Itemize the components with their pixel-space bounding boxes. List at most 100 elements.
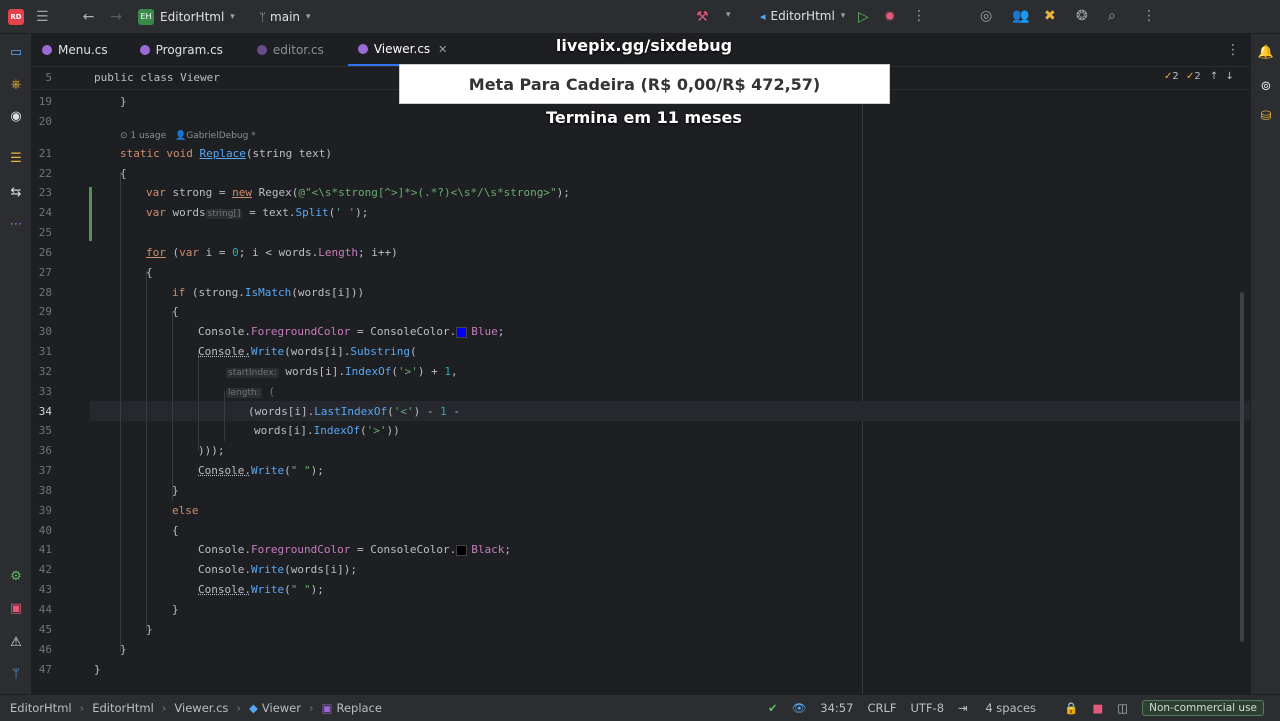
- project-tool-icon[interactable]: ▭: [8, 44, 24, 60]
- run-config-selector[interactable]: ◂ EditorHtml ▾: [760, 9, 845, 23]
- code-line-41[interactable]: Console.ForegroundColor = ConsoleColor. B…: [198, 543, 511, 556]
- license-badge[interactable]: Non-commercial use: [1142, 700, 1264, 716]
- editor-vertical-scrollbar[interactable]: [1240, 292, 1244, 642]
- color-swatch-black[interactable]: [456, 544, 468, 556]
- code-token: ' ': [335, 206, 356, 219]
- code-line-45[interactable]: }: [146, 623, 153, 636]
- color-swatch-blue[interactable]: [456, 326, 468, 338]
- rider-logo-icon[interactable]: RD: [8, 8, 24, 25]
- notifications-icon[interactable]: 🔔: [1258, 44, 1274, 60]
- database-icon[interactable]: ⛁: [1258, 108, 1274, 124]
- code-line-30[interactable]: Console.ForegroundColor = ConsoleColor. B…: [198, 325, 504, 338]
- code-line-40[interactable]: {: [172, 524, 179, 537]
- code-line-33[interactable]: length: (: [226, 385, 275, 398]
- eye-icon[interactable]: 👁: [792, 701, 807, 715]
- code-line-42[interactable]: Console.Write(words[i]);: [198, 563, 357, 576]
- indent-label: 4 spaces: [985, 701, 1037, 715]
- project-selector[interactable]: EH EditorHtml ▾: [138, 8, 235, 25]
- code-line-44[interactable]: }: [172, 603, 179, 616]
- code-editor[interactable]: 5 public class Viewer ✓2 ✓2 ↑ ↓ 19 20 21…: [32, 67, 1250, 694]
- code-token: 1: [444, 365, 451, 378]
- settings-icon[interactable]: ⚙: [8, 568, 24, 584]
- code-token: (words[i].: [284, 345, 351, 358]
- branch-selector[interactable]: ᛘ main ▾: [259, 10, 311, 24]
- structure-tool-icon[interactable]: ☰: [8, 150, 24, 166]
- code-line-24[interactable]: var words string[] = text.Split(' ');: [146, 206, 368, 219]
- tab-options-icon[interactable]: ⋮: [1226, 42, 1240, 58]
- resharper-icon[interactable]: ■: [1092, 701, 1103, 715]
- line-ending[interactable]: CRLF: [867, 701, 896, 715]
- arrow-up-icon[interactable]: ↑: [1210, 71, 1218, 82]
- kebab-menu-icon[interactable]: ⋮: [1142, 8, 1156, 24]
- terminal-icon[interactable]: ▣: [8, 600, 24, 616]
- code-line-36[interactable]: )));: [198, 444, 225, 457]
- code-line-43[interactable]: Console.Write(" ");: [198, 583, 324, 596]
- ai-chat-icon[interactable]: ⊚: [1258, 78, 1274, 94]
- ai-assistant-icon[interactable]: ❂: [1076, 8, 1088, 24]
- arrow-down-icon[interactable]: ↓: [1225, 71, 1233, 82]
- code-line-21[interactable]: static void Replace(string text): [120, 147, 332, 160]
- code-token: {: [172, 305, 179, 318]
- lock-icon[interactable]: 🔒: [1064, 701, 1078, 715]
- indent-setting[interactable]: ⇥ 4 spaces: [958, 701, 1050, 715]
- github-icon[interactable]: ◉: [8, 108, 24, 124]
- search-icon[interactable]: ⌕: [1108, 8, 1116, 24]
- code-line-39[interactable]: else: [172, 504, 199, 517]
- code-line-27[interactable]: {: [146, 266, 153, 279]
- users-icon[interactable]: 👥: [1012, 8, 1029, 24]
- code-line-46[interactable]: }: [120, 643, 127, 656]
- commit-tool-icon[interactable]: ⎈: [8, 76, 24, 92]
- code-line-23[interactable]: var strong = new Regex(@"<\s*strong[^>]*…: [146, 186, 570, 199]
- code-line-29[interactable]: {: [172, 305, 179, 318]
- code-line-47[interactable]: }: [94, 663, 101, 676]
- breadcrumb-item[interactable]: EditorHtml: [10, 701, 72, 715]
- hamburger-menu-icon[interactable]: ☰: [36, 9, 49, 25]
- close-tab-icon[interactable]: ✕: [438, 43, 447, 56]
- code-line-28[interactable]: if (strong.IsMatch(words[i])): [172, 286, 364, 299]
- line-number-gutter[interactable]: 19 20 21 22 23 24 25 26 27 28 29 30 31 3…: [32, 67, 90, 694]
- title-bar: RD ☰ ← → EH EditorHtml ▾ ᛘ main ▾ ⚒ ▾ ◂ …: [0, 0, 1280, 34]
- code-line-19[interactable]: }: [120, 95, 127, 108]
- code-line-26[interactable]: for (var i = 0; i < words.Length; i++): [146, 246, 398, 259]
- code-line-37[interactable]: Console.Write(" ");: [198, 464, 324, 477]
- tab-menu-cs[interactable]: Menu.cs: [32, 34, 118, 66]
- code-line-22[interactable]: {: [120, 167, 127, 180]
- notification-bell-icon[interactable]: ◫: [1117, 701, 1128, 715]
- code-line-31[interactable]: Console.Write(words[i].Substring(: [198, 345, 417, 358]
- hammer-icon[interactable]: ⚒: [696, 9, 709, 25]
- inspection-ok-icon[interactable]: ✔: [768, 701, 778, 715]
- more-actions-icon[interactable]: ⋮: [912, 8, 926, 24]
- code-vision-lens[interactable]: ⊙ 1 usage 👤GabrielDebug *: [120, 131, 256, 141]
- code-token: = text.: [242, 206, 296, 219]
- more-tools-icon[interactable]: ⋯: [8, 216, 24, 232]
- chevron-down-icon: ▾: [306, 11, 311, 22]
- tab-editor-cs[interactable]: editor.cs: [247, 34, 334, 66]
- forward-icon[interactable]: →: [110, 9, 122, 25]
- tab-viewer-cs[interactable]: Viewer.cs ✕: [347, 34, 458, 66]
- problems-icon[interactable]: ⚠: [8, 634, 24, 650]
- file-encoding[interactable]: UTF-8: [911, 701, 945, 715]
- run-icon[interactable]: ▷: [858, 9, 869, 25]
- breadcrumb-item[interactable]: EditorHtml: [92, 701, 154, 715]
- git-icon[interactable]: ᛘ: [8, 666, 24, 682]
- back-icon[interactable]: ←: [83, 9, 95, 25]
- code-token: {: [172, 524, 179, 537]
- code-line-35[interactable]: words[i].IndexOf('>')): [254, 424, 400, 437]
- tab-program-cs[interactable]: Program.cs: [130, 34, 233, 66]
- spiral-icon[interactable]: ◎: [980, 8, 992, 24]
- code-line-38[interactable]: }: [172, 484, 179, 497]
- tools-icon[interactable]: ✖: [1044, 8, 1056, 24]
- line-number: 33: [38, 385, 52, 398]
- code-token: (words[i].: [248, 405, 315, 418]
- breadcrumb-item[interactable]: Viewer.cs: [174, 701, 228, 715]
- pull-requests-icon[interactable]: ⇆: [8, 184, 24, 200]
- chevron-down-icon[interactable]: ▾: [726, 10, 731, 20]
- breadcrumb-item[interactable]: Viewer: [262, 701, 301, 715]
- code-line-32[interactable]: startIndex: words[i].IndexOf('>') + 1,: [226, 365, 458, 378]
- breadcrumb-item[interactable]: Replace: [336, 701, 382, 715]
- line-number: 30: [38, 325, 52, 338]
- debug-icon[interactable]: ✹: [884, 9, 896, 25]
- inspection-widget[interactable]: ✓2 ✓2 ↑ ↓: [1164, 71, 1234, 82]
- code-line-34[interactable]: (words[i].LastIndexOf('<') - 1 -: [248, 405, 460, 418]
- caret-position[interactable]: 34:57: [820, 701, 853, 715]
